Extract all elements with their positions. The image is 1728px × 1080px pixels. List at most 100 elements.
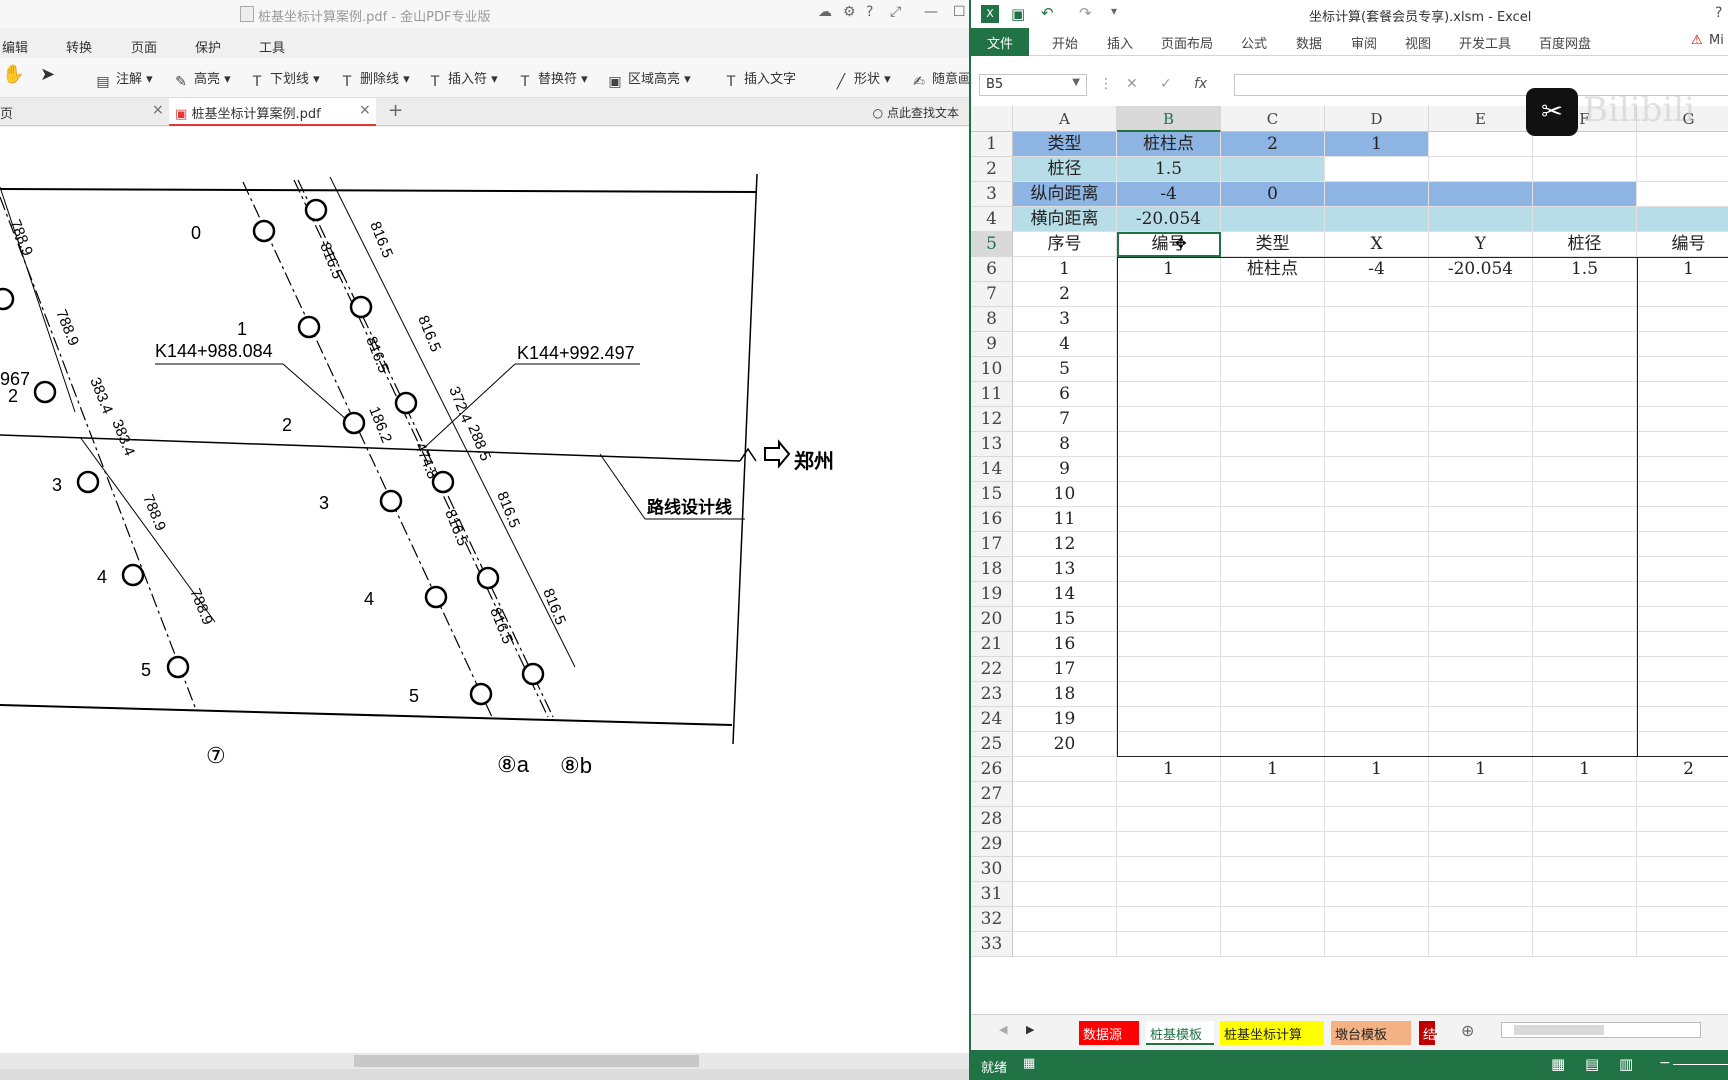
- search-box[interactable]: ○ 点此查找文本: [873, 104, 959, 121]
- row-header[interactable]: 12: [971, 407, 1013, 432]
- cell-a3[interactable]: 纵向距离: [1013, 182, 1117, 207]
- cell-c27[interactable]: [1221, 782, 1325, 807]
- sheet-tab[interactable]: 数据源: [1079, 1021, 1139, 1045]
- row-header[interactable]: 31: [971, 882, 1013, 907]
- cell-g26[interactable]: 2: [1637, 757, 1728, 782]
- cell-g15[interactable]: [1637, 482, 1728, 507]
- cell-e28[interactable]: [1429, 807, 1533, 832]
- cell-g2[interactable]: [1637, 157, 1728, 182]
- cell-e7[interactable]: [1429, 282, 1533, 307]
- cell-c12[interactable]: [1221, 407, 1325, 432]
- cell-a9[interactable]: 4: [1013, 332, 1117, 357]
- page-layout-view-icon[interactable]: ▤: [1585, 1055, 1599, 1073]
- cell-c2[interactable]: [1221, 157, 1325, 182]
- cell-c33[interactable]: [1221, 932, 1325, 957]
- cell-f33[interactable]: [1533, 932, 1637, 957]
- cell-e24[interactable]: [1429, 707, 1533, 732]
- cell-b25[interactable]: [1117, 732, 1221, 757]
- cell-d5[interactable]: X: [1325, 232, 1429, 257]
- sheet-tab[interactable]: 桩基坐标计算: [1220, 1021, 1324, 1045]
- tab-baidu-netdisk[interactable]: 百度网盘: [1539, 33, 1591, 52]
- tab-formulas[interactable]: 公式: [1241, 33, 1267, 52]
- cell-e13[interactable]: [1429, 432, 1533, 457]
- cell-f31[interactable]: [1533, 882, 1637, 907]
- page-break-view-icon[interactable]: ▥: [1619, 1055, 1633, 1073]
- cell-f28[interactable]: [1533, 807, 1637, 832]
- tab-document[interactable]: ▣ 桩基坐标计算案例.pdf ×: [169, 98, 376, 126]
- row-header[interactable]: 10: [971, 357, 1013, 382]
- cell-a21[interactable]: 16: [1013, 632, 1117, 657]
- row-header[interactable]: 8: [971, 307, 1013, 332]
- cell-f14[interactable]: [1533, 457, 1637, 482]
- cell-c19[interactable]: [1221, 582, 1325, 607]
- cell-e12[interactable]: [1429, 407, 1533, 432]
- cell-g19[interactable]: [1637, 582, 1728, 607]
- help-icon[interactable]: ?: [866, 4, 873, 20]
- cell-d17[interactable]: [1325, 532, 1429, 557]
- cell-a28[interactable]: [1013, 807, 1117, 832]
- cell-g8[interactable]: [1637, 307, 1728, 332]
- strikethrough-button[interactable]: T 删除线 ▾: [338, 68, 410, 90]
- tab-insert[interactable]: 插入: [1107, 33, 1133, 52]
- cell-a1[interactable]: 类型: [1013, 132, 1117, 157]
- cell-g1[interactable]: [1637, 132, 1728, 157]
- cell-g14[interactable]: [1637, 457, 1728, 482]
- cell-g3[interactable]: [1637, 182, 1728, 207]
- cell-d16[interactable]: [1325, 507, 1429, 532]
- cell-a33[interactable]: [1013, 932, 1117, 957]
- cell-e1[interactable]: [1429, 132, 1533, 157]
- cell-f15[interactable]: [1533, 482, 1637, 507]
- quick-access-dropdown-icon[interactable]: ▾: [1111, 4, 1117, 18]
- cell-e23[interactable]: [1429, 682, 1533, 707]
- cell-a25[interactable]: 20: [1013, 732, 1117, 757]
- cell-d2[interactable]: [1325, 157, 1429, 182]
- cell-b31[interactable]: [1117, 882, 1221, 907]
- cell-g9[interactable]: [1637, 332, 1728, 357]
- cell-c20[interactable]: [1221, 607, 1325, 632]
- cell-f32[interactable]: [1533, 907, 1637, 932]
- row-header[interactable]: 30: [971, 857, 1013, 882]
- cell-c16[interactable]: [1221, 507, 1325, 532]
- cell-f18[interactable]: [1533, 557, 1637, 582]
- save-icon[interactable]: ▣: [1011, 5, 1025, 23]
- horizontal-scrollbar[interactable]: [1501, 1022, 1701, 1038]
- cell-b4[interactable]: -20.054: [1117, 207, 1221, 232]
- cell-g33[interactable]: [1637, 932, 1728, 957]
- zoom-out-icon[interactable]: −: [1659, 1055, 1671, 1071]
- cell-c23[interactable]: [1221, 682, 1325, 707]
- cell-g30[interactable]: [1637, 857, 1728, 882]
- insert-caret-button[interactable]: T 插入符 ▾: [426, 68, 498, 90]
- cell-g12[interactable]: [1637, 407, 1728, 432]
- cell-f27[interactable]: [1533, 782, 1637, 807]
- cell-e5[interactable]: Y: [1429, 232, 1533, 257]
- row-header[interactable]: 21: [971, 632, 1013, 657]
- row-header[interactable]: 5: [971, 232, 1013, 257]
- cell-d26[interactable]: 1: [1325, 757, 1429, 782]
- cell-a24[interactable]: 19: [1013, 707, 1117, 732]
- cell-d12[interactable]: [1325, 407, 1429, 432]
- cell-e21[interactable]: [1429, 632, 1533, 657]
- cell-g22[interactable]: [1637, 657, 1728, 682]
- cell-b18[interactable]: [1117, 557, 1221, 582]
- cell-d22[interactable]: [1325, 657, 1429, 682]
- cell-f21[interactable]: [1533, 632, 1637, 657]
- cell-f25[interactable]: [1533, 732, 1637, 757]
- cell-b17[interactable]: [1117, 532, 1221, 557]
- cell-d3[interactable]: [1325, 182, 1429, 207]
- row-header[interactable]: 14: [971, 457, 1013, 482]
- cell-b15[interactable]: [1117, 482, 1221, 507]
- cell-b10[interactable]: [1117, 357, 1221, 382]
- cell-g6[interactable]: 1: [1637, 257, 1728, 282]
- skin-icon[interactable]: ☁: [818, 4, 832, 20]
- cell-f12[interactable]: [1533, 407, 1637, 432]
- cell-b33[interactable]: [1117, 932, 1221, 957]
- cell-b12[interactable]: [1117, 407, 1221, 432]
- cell-c3[interactable]: 0: [1221, 182, 1325, 207]
- cell-a19[interactable]: 14: [1013, 582, 1117, 607]
- cell-d4[interactable]: [1325, 207, 1429, 232]
- menu-protect[interactable]: 保护: [195, 37, 221, 56]
- maximize-button[interactable]: ☐: [953, 4, 966, 20]
- cell-c17[interactable]: [1221, 532, 1325, 557]
- cell-g24[interactable]: [1637, 707, 1728, 732]
- cell-e18[interactable]: [1429, 557, 1533, 582]
